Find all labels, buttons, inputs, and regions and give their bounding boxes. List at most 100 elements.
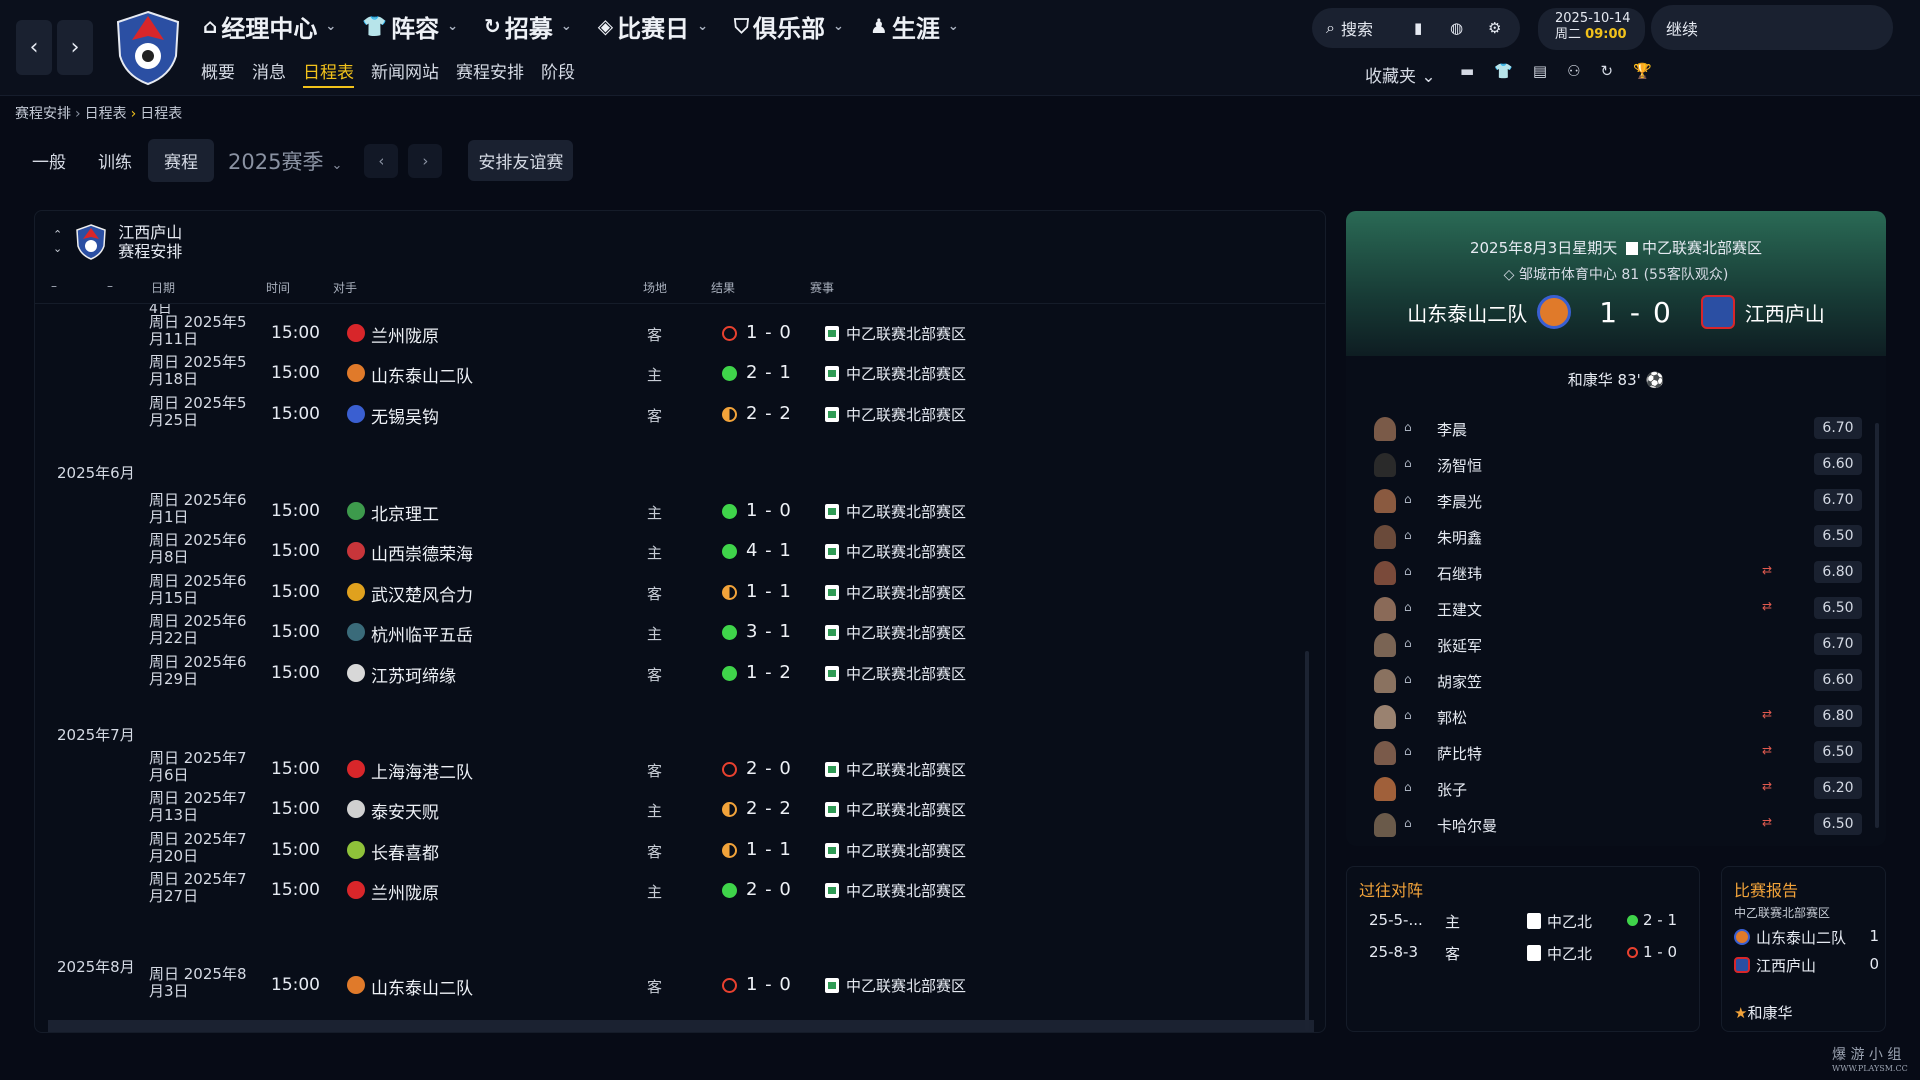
- subnav-news[interactable]: 新闻网站: [371, 58, 439, 88]
- fixture-score[interactable]: 1 - 1: [746, 581, 792, 602]
- fixture-score[interactable]: 3 - 1: [746, 621, 792, 642]
- fixture-competition[interactable]: 中乙联赛北部赛区: [846, 582, 966, 603]
- player-name[interactable]: 汤智恒: [1437, 455, 1482, 476]
- home-team[interactable]: 山东泰山二队: [1407, 298, 1527, 327]
- stadium-name[interactable]: 邹城市体育中心: [1519, 267, 1617, 283]
- match-competition[interactable]: 中乙联赛北部赛区: [1642, 239, 1762, 257]
- player-row[interactable]: ⌂ 朱明鑫 6.50: [1374, 519, 1862, 555]
- fixture-score[interactable]: 1 - 0: [746, 500, 792, 521]
- season-select[interactable]: 2025赛季 ⌄: [228, 146, 342, 176]
- refresh-icon[interactable]: ↻: [1601, 62, 1614, 80]
- col-header-time[interactable]: 时间: [266, 279, 290, 296]
- fixture-competition[interactable]: 中乙联赛北部赛区: [846, 501, 966, 522]
- fixture-score[interactable]: 2 - 0: [746, 879, 792, 900]
- player-name[interactable]: 郭松: [1437, 707, 1467, 728]
- forward-button[interactable]: ›: [57, 20, 93, 75]
- fixture-opponent[interactable]: 山东泰山二队: [371, 362, 473, 387]
- match-report-panel[interactable]: 比赛报告 中乙联赛北部赛区 山东泰山二队 1 江西庐山 0 ★和康华: [1721, 866, 1886, 1032]
- fixture-row[interactable]: 周日 2025年8月3日 15:00 山东泰山二队 客 1 - 0 中乙联赛北部赛区: [35, 964, 1297, 1004]
- player-name[interactable]: 张延军: [1437, 635, 1482, 656]
- back-button[interactable]: ‹: [16, 20, 52, 75]
- away-team[interactable]: 江西庐山: [1745, 298, 1825, 327]
- breadcrumb-item[interactable]: 日程表: [85, 106, 127, 122]
- fixture-score[interactable]: 2 - 2: [746, 403, 792, 424]
- fixture-competition[interactable]: 中乙联赛北部赛区: [846, 759, 966, 780]
- fixture-row[interactable]: 周日 2025年5月18日 15:00 山东泰山二队 主 2 - 1 中乙联赛北部赛区: [35, 352, 1297, 392]
- fixture-score[interactable]: 1 - 0: [746, 322, 792, 343]
- player-row[interactable]: ⌂ 李晨光 6.70: [1374, 483, 1862, 519]
- subnav-messages[interactable]: 消息: [252, 58, 286, 88]
- fixture-opponent[interactable]: 江苏珂缔缘: [371, 662, 456, 687]
- continue-button[interactable]: 继续: [1651, 5, 1893, 50]
- fixture-row[interactable]: 周日 2025年5月11日 15:00 兰州陇原 客 1 - 0 中乙联赛北部赛区: [35, 312, 1297, 352]
- fixture-row[interactable]: 周日 2025年7月6日 15:00 上海海港二队 客 2 - 0 中乙联赛北部赛区: [35, 748, 1297, 788]
- col-header-result[interactable]: 结果: [711, 279, 735, 296]
- player-name[interactable]: 朱明鑫: [1437, 527, 1482, 548]
- player-row[interactable]: ⌂ 王建文 ⇄ 6.50: [1374, 591, 1862, 627]
- arrange-friendly-button[interactable]: 安排友谊赛: [468, 140, 574, 181]
- fixture-row[interactable]: 周日 2025年7月13日 15:00 泰安天贶 主 2 - 2 中乙联赛北部赛区: [35, 788, 1297, 828]
- subnav-stages[interactable]: 阶段: [541, 58, 575, 88]
- nav-recruit[interactable]: ↻ 招募 ⌄: [484, 8, 582, 44]
- globe-icon[interactable]: ◍: [1450, 19, 1463, 37]
- fixture-row[interactable]: 周日 2025年7月27日 15:00 兰州陇原 主 2 - 0 中乙联赛北部赛区: [35, 869, 1297, 909]
- player-row[interactable]: ⌂ 张子 ⇄ 6.20: [1374, 771, 1862, 807]
- fixture-row[interactable]: 周日 2025年7月20日 15:00 长春喜都 客 1 - 1 中乙联赛北部赛区: [35, 829, 1297, 869]
- col-header-sort[interactable]: –: [107, 279, 113, 293]
- fixture-competition[interactable]: 中乙联赛北部赛区: [846, 840, 966, 861]
- fixture-score[interactable]: 1 - 2: [746, 662, 792, 683]
- col-header-sort[interactable]: –: [51, 279, 57, 293]
- tab-training[interactable]: 训练: [82, 139, 148, 182]
- fixture-opponent[interactable]: 无锡吴钩: [371, 403, 439, 428]
- fixture-opponent[interactable]: 山东泰山二队: [371, 974, 473, 999]
- fixture-competition[interactable]: 中乙联赛北部赛区: [846, 663, 966, 684]
- player-name[interactable]: 李晨: [1437, 419, 1467, 440]
- player-name[interactable]: 卡哈尔曼: [1437, 815, 1497, 836]
- tab-general[interactable]: 一般: [16, 139, 82, 182]
- fixture-score[interactable]: 2 - 2: [746, 798, 792, 819]
- tactics-board-icon[interactable]: ▤: [1533, 62, 1547, 80]
- fixture-row[interactable]: 周日 2025年6月15日 15:00 武汉楚风合力 客 1 - 1 中乙联赛北部赛区: [35, 571, 1297, 611]
- fixture-opponent[interactable]: 上海海港二队: [371, 758, 473, 783]
- fixture-row[interactable]: 周日 2025年6月29日 15:00 江苏珂缔缘 客 1 - 2 中乙联赛北部赛区: [35, 652, 1297, 692]
- goal-scorer[interactable]: 和康华 83': [1568, 371, 1641, 389]
- fixture-competition[interactable]: 中乙联赛北部赛区: [846, 404, 966, 425]
- col-header-competition[interactable]: 赛事: [810, 279, 834, 296]
- breadcrumb-item[interactable]: 赛程安排: [15, 106, 71, 122]
- fixture-opponent[interactable]: 泰安天贶: [371, 798, 439, 823]
- fixture-opponent[interactable]: 山西崇德荣海: [371, 540, 473, 565]
- subnav-fixtures[interactable]: 赛程安排: [456, 58, 524, 88]
- nav-matchday[interactable]: ◈ 比赛日 ⌄: [598, 8, 718, 44]
- prev-season-button[interactable]: ‹: [364, 143, 399, 178]
- h2h-row[interactable]: 25-8-3 客 中乙北 1 - 0: [1369, 943, 1689, 967]
- player-row[interactable]: ⌂ 卡哈尔曼 ⇄ 6.50: [1374, 807, 1862, 843]
- club-crest-logo[interactable]: [112, 10, 184, 86]
- staff-icon[interactable]: ⚇: [1567, 62, 1580, 80]
- trophy-icon[interactable]: 🏆: [1633, 62, 1652, 80]
- scrollbar[interactable]: [1305, 651, 1309, 1031]
- fixture-score[interactable]: 1 - 0: [746, 974, 792, 995]
- scrollbar[interactable]: [1875, 423, 1879, 828]
- player-name[interactable]: 石继玮: [1437, 563, 1482, 584]
- player-row[interactable]: ⌂ 李晨 6.70: [1374, 411, 1862, 447]
- fixture-score[interactable]: 2 - 1: [746, 362, 792, 383]
- fixture-competition[interactable]: 中乙联赛北部赛区: [846, 323, 966, 344]
- fixture-competition[interactable]: 中乙联赛北部赛区: [846, 975, 966, 996]
- fixture-competition[interactable]: 中乙联赛北部赛区: [846, 880, 966, 901]
- fixture-opponent[interactable]: 杭州临平五岳: [371, 621, 473, 646]
- collapse-toggle[interactable]: ⌃ ⌄: [53, 228, 62, 256]
- nav-career[interactable]: ♟ 生涯 ⌄: [870, 8, 969, 44]
- h2h-row[interactable]: 25-5-... 主 中乙北 2 - 1: [1369, 911, 1689, 935]
- nav-club[interactable]: ⛉ 俱乐部 ⌄: [734, 8, 854, 44]
- col-header-opponent[interactable]: 对手: [333, 279, 357, 296]
- player-row[interactable]: ⌂ 汤智恒 6.60: [1374, 447, 1862, 483]
- player-row[interactable]: ⌂ 石继玮 ⇄ 6.80: [1374, 555, 1862, 591]
- shirt-icon[interactable]: 👕: [1494, 62, 1513, 80]
- fixture-opponent[interactable]: 兰州陇原: [371, 879, 439, 904]
- col-header-date[interactable]: 日期: [151, 279, 175, 296]
- player-name[interactable]: 王建文: [1437, 599, 1482, 620]
- favorites-dropdown[interactable]: 收藏夹 ⌄: [1365, 62, 1436, 87]
- fixture-opponent[interactable]: 武汉楚风合力: [371, 581, 473, 606]
- fixture-row[interactable]: 周日 2025年6月1日 15:00 北京理工 主 1 - 0 中乙联赛北部赛区: [35, 490, 1297, 530]
- gear-icon[interactable]: ⚙: [1488, 19, 1501, 37]
